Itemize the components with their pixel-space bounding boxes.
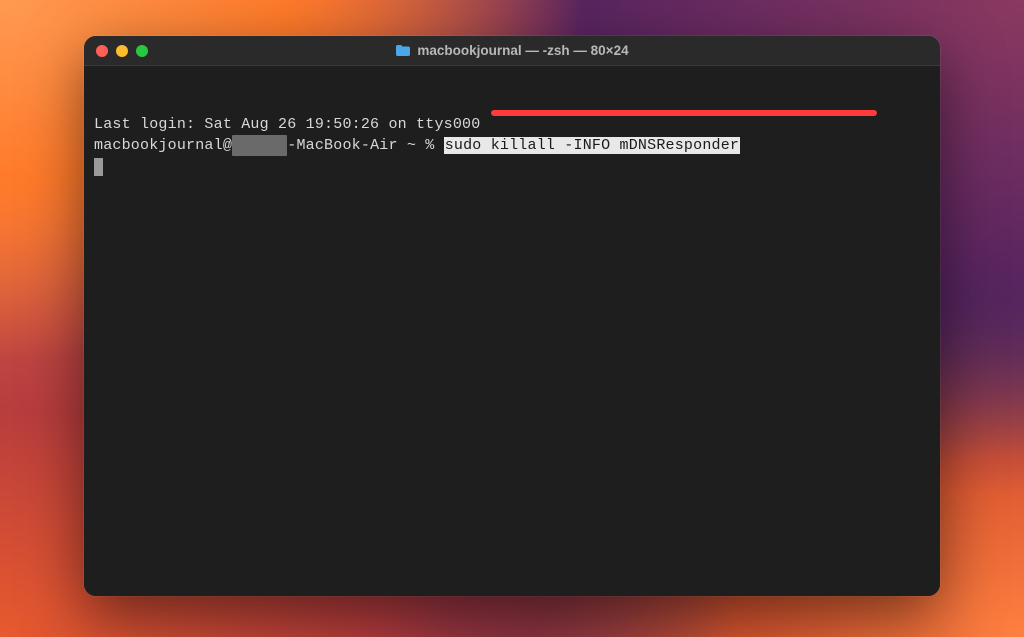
window-title-container: macbookjournal — -zsh — 80×24 bbox=[96, 43, 928, 58]
redacted-hostname bbox=[232, 135, 287, 156]
close-button[interactable] bbox=[96, 45, 108, 57]
last-login-line: Last login: Sat Aug 26 19:50:26 on ttys0… bbox=[94, 114, 930, 135]
prompt-suffix: -MacBook-Air ~ % bbox=[287, 137, 443, 154]
command-highlighted: sudo killall -INFO mDNSResponder bbox=[444, 137, 740, 154]
prompt-line: macbookjournal@ -MacBook-Air ~ % sudo ki… bbox=[94, 135, 930, 156]
terminal-cursor bbox=[94, 158, 103, 176]
terminal-window: macbookjournal — -zsh — 80×24 Last login… bbox=[84, 36, 940, 596]
red-underline-annotation bbox=[491, 110, 877, 116]
cursor-line bbox=[94, 156, 930, 178]
traffic-lights bbox=[96, 45, 148, 57]
titlebar[interactable]: macbookjournal — -zsh — 80×24 bbox=[84, 36, 940, 66]
folder-icon bbox=[395, 44, 411, 57]
minimize-button[interactable] bbox=[116, 45, 128, 57]
zoom-button[interactable] bbox=[136, 45, 148, 57]
terminal-body[interactable]: Last login: Sat Aug 26 19:50:26 on ttys0… bbox=[84, 66, 940, 596]
window-title: macbookjournal — -zsh — 80×24 bbox=[417, 43, 628, 58]
prompt-user: macbookjournal@ bbox=[94, 137, 232, 154]
